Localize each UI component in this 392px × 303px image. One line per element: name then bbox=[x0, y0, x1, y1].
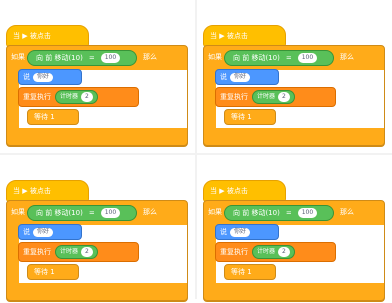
wait-label: 等待 1 bbox=[34, 267, 55, 276]
condition-reporter[interactable]: 向 前 移动(10) = 100 bbox=[224, 50, 334, 66]
operator-reporter[interactable]: 计时器 2 bbox=[252, 245, 295, 259]
then-label: 那么 bbox=[143, 208, 157, 216]
condition-left: 向 前 移动(10) bbox=[36, 53, 83, 62]
event-label: 当 ▶ 被点击 bbox=[210, 31, 248, 40]
say-block[interactable]: 说 你好 bbox=[215, 69, 279, 85]
operator-left: 计时器 bbox=[60, 93, 79, 100]
condition-value-input[interactable]: 100 bbox=[100, 208, 121, 218]
then-label: 那么 bbox=[143, 53, 157, 61]
say-block[interactable]: 说 你好 bbox=[18, 69, 82, 85]
script-panel-2: 当 ▶ 被点击 如果 向 前 移动(10) = 100 那么 说 你好 重复执行… bbox=[200, 3, 390, 148]
operator-value-input[interactable]: 2 bbox=[81, 247, 93, 257]
condition-reporter[interactable]: 向 前 移动(10) = 100 bbox=[224, 205, 334, 221]
if-label: 如果 bbox=[11, 208, 25, 216]
script-panel-3: 当 ▶ 被点击 如果 向 前 移动(10) = 100 那么 说 你好 重复执行… bbox=[3, 158, 193, 303]
condition-value-input[interactable]: 100 bbox=[100, 53, 121, 63]
condition-operator: = bbox=[285, 208, 292, 217]
condition-value-input[interactable]: 100 bbox=[297, 208, 318, 218]
if-label: 如果 bbox=[208, 53, 222, 61]
control-label: 重复执行 bbox=[23, 247, 51, 256]
if-label: 如果 bbox=[208, 208, 222, 216]
if-block-end bbox=[6, 133, 188, 146]
operator-left: 计时器 bbox=[257, 248, 276, 255]
then-label: 那么 bbox=[340, 53, 354, 61]
if-block-end bbox=[203, 288, 385, 301]
operator-value-input[interactable]: 2 bbox=[278, 247, 290, 257]
if-label: 如果 bbox=[11, 53, 25, 61]
script-panel-1: 当 ▶ 被点击 如果 向 前 移动(10) = 100 那么 说 你好 重复执行… bbox=[3, 3, 193, 148]
wait-block[interactable]: 等待 1 bbox=[224, 264, 276, 280]
looks-label: 说 bbox=[23, 227, 30, 236]
looks-value-input[interactable]: 你好 bbox=[230, 227, 251, 237]
control-label: 重复执行 bbox=[220, 247, 248, 256]
wait-block[interactable]: 等待 1 bbox=[27, 109, 79, 125]
when-flag-clicked-block[interactable]: 当 ▶ 被点击 bbox=[6, 25, 89, 47]
condition-left: 向 前 移动(10) bbox=[233, 53, 280, 62]
operator-value-input[interactable]: 2 bbox=[81, 92, 93, 102]
operator-reporter[interactable]: 计时器 2 bbox=[55, 90, 98, 104]
looks-label: 说 bbox=[220, 72, 227, 81]
control-block[interactable]: 重复执行 计时器 2 bbox=[18, 242, 139, 262]
wait-label: 等待 1 bbox=[231, 267, 252, 276]
when-flag-clicked-block[interactable]: 当 ▶ 被点击 bbox=[203, 25, 286, 47]
wait-block[interactable]: 等待 1 bbox=[27, 264, 79, 280]
if-block-end bbox=[203, 133, 385, 146]
looks-label: 说 bbox=[220, 227, 227, 236]
condition-operator: = bbox=[88, 53, 95, 62]
control-block[interactable]: 重复执行 计时器 2 bbox=[215, 87, 336, 107]
say-block[interactable]: 说 你好 bbox=[215, 224, 279, 240]
operator-left: 计时器 bbox=[257, 93, 276, 100]
condition-value-input[interactable]: 100 bbox=[297, 53, 318, 63]
control-label: 重复执行 bbox=[23, 92, 51, 101]
control-label: 重复执行 bbox=[220, 92, 248, 101]
operator-reporter[interactable]: 计时器 2 bbox=[55, 245, 98, 259]
looks-value-input[interactable]: 你好 bbox=[33, 72, 54, 82]
script-panel-4: 当 ▶ 被点击 如果 向 前 移动(10) = 100 那么 说 你好 重复执行… bbox=[200, 158, 390, 303]
condition-left: 向 前 移动(10) bbox=[36, 208, 83, 217]
condition-reporter[interactable]: 向 前 移动(10) = 100 bbox=[27, 205, 137, 221]
event-label: 当 ▶ 被点击 bbox=[210, 186, 248, 195]
condition-reporter[interactable]: 向 前 移动(10) = 100 bbox=[27, 50, 137, 66]
wait-label: 等待 1 bbox=[231, 112, 252, 121]
then-label: 那么 bbox=[340, 208, 354, 216]
control-block[interactable]: 重复执行 计时器 2 bbox=[215, 242, 336, 262]
condition-operator: = bbox=[88, 208, 95, 217]
condition-operator: = bbox=[285, 53, 292, 62]
horizontal-divider bbox=[0, 153, 392, 155]
when-flag-clicked-block[interactable]: 当 ▶ 被点击 bbox=[6, 180, 89, 202]
event-label: 当 ▶ 被点击 bbox=[13, 186, 51, 195]
vertical-divider bbox=[195, 0, 197, 299]
if-block-end bbox=[6, 288, 188, 301]
operator-value-input[interactable]: 2 bbox=[278, 92, 290, 102]
wait-label: 等待 1 bbox=[34, 112, 55, 121]
looks-label: 说 bbox=[23, 72, 30, 81]
say-block[interactable]: 说 你好 bbox=[18, 224, 82, 240]
operator-left: 计时器 bbox=[60, 248, 79, 255]
condition-left: 向 前 移动(10) bbox=[233, 208, 280, 217]
when-flag-clicked-block[interactable]: 当 ▶ 被点击 bbox=[203, 180, 286, 202]
looks-value-input[interactable]: 你好 bbox=[33, 227, 54, 237]
operator-reporter[interactable]: 计时器 2 bbox=[252, 90, 295, 104]
control-block[interactable]: 重复执行 计时器 2 bbox=[18, 87, 139, 107]
wait-block[interactable]: 等待 1 bbox=[224, 109, 276, 125]
event-label: 当 ▶ 被点击 bbox=[13, 31, 51, 40]
looks-value-input[interactable]: 你好 bbox=[230, 72, 251, 82]
